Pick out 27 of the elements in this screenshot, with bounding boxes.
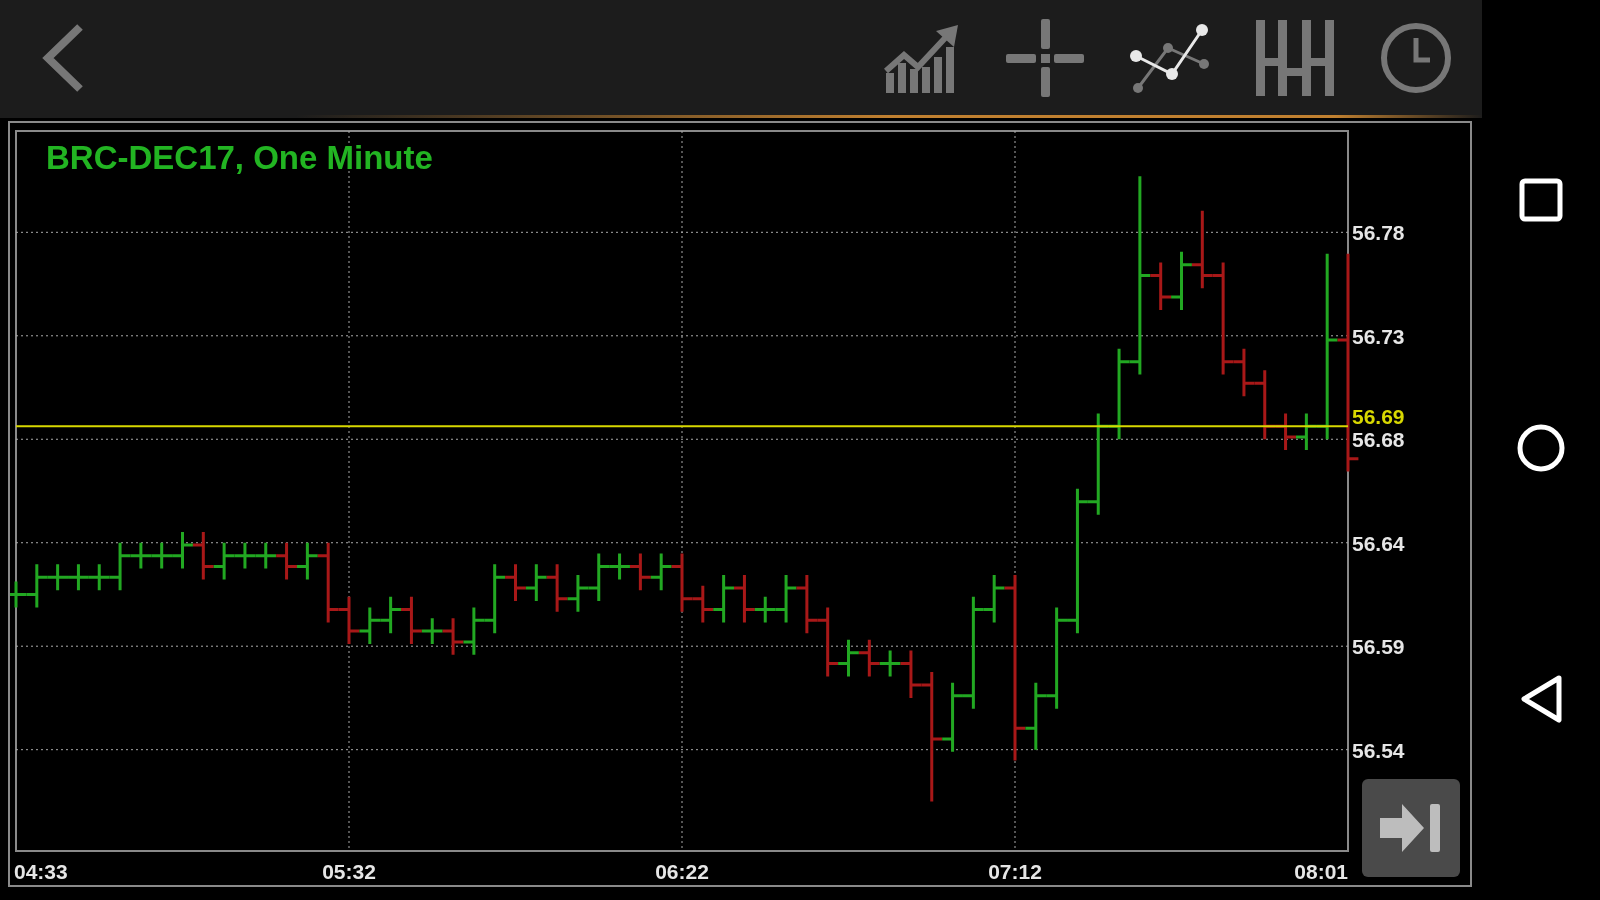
axis-label: 56.68 — [1352, 428, 1405, 452]
chart-title: BRC-DEC17, One Minute — [46, 139, 433, 176]
toolbar-button[interactable] — [1130, 21, 1210, 94]
axis-label: 56.73 — [1352, 324, 1405, 348]
back-button[interactable] — [1519, 674, 1563, 724]
arrow-to-end-icon — [1380, 804, 1442, 852]
axis-label: 07:12 — [988, 860, 1042, 883]
price-label: 56.69 — [1352, 405, 1405, 429]
axis-label: 56.59 — [1352, 635, 1405, 659]
scroll-to-end-button[interactable] — [1362, 779, 1460, 877]
circle-icon — [1516, 423, 1566, 473]
home-button[interactable] — [1516, 423, 1566, 473]
axis-label: 56.54 — [1352, 738, 1405, 762]
bar-type-icon — [1256, 19, 1334, 96]
axis-label: 04:33 — [14, 860, 68, 883]
axis-label: 56.64 — [1352, 531, 1405, 555]
crosshair-icon — [1006, 18, 1084, 97]
triangle-icon — [1519, 674, 1563, 724]
clock-icon — [1380, 21, 1452, 94]
axis-label: 08:01 — [1294, 860, 1348, 883]
connected-dots-icon — [1130, 21, 1210, 94]
square-icon — [1519, 178, 1563, 222]
axis-label: 56.78 — [1352, 221, 1405, 245]
trend-chart-icon — [884, 22, 960, 93]
axis-label: 05:32 — [322, 860, 376, 883]
axis-label: 06:22 — [655, 860, 709, 883]
recents-button[interactable] — [1519, 178, 1563, 222]
